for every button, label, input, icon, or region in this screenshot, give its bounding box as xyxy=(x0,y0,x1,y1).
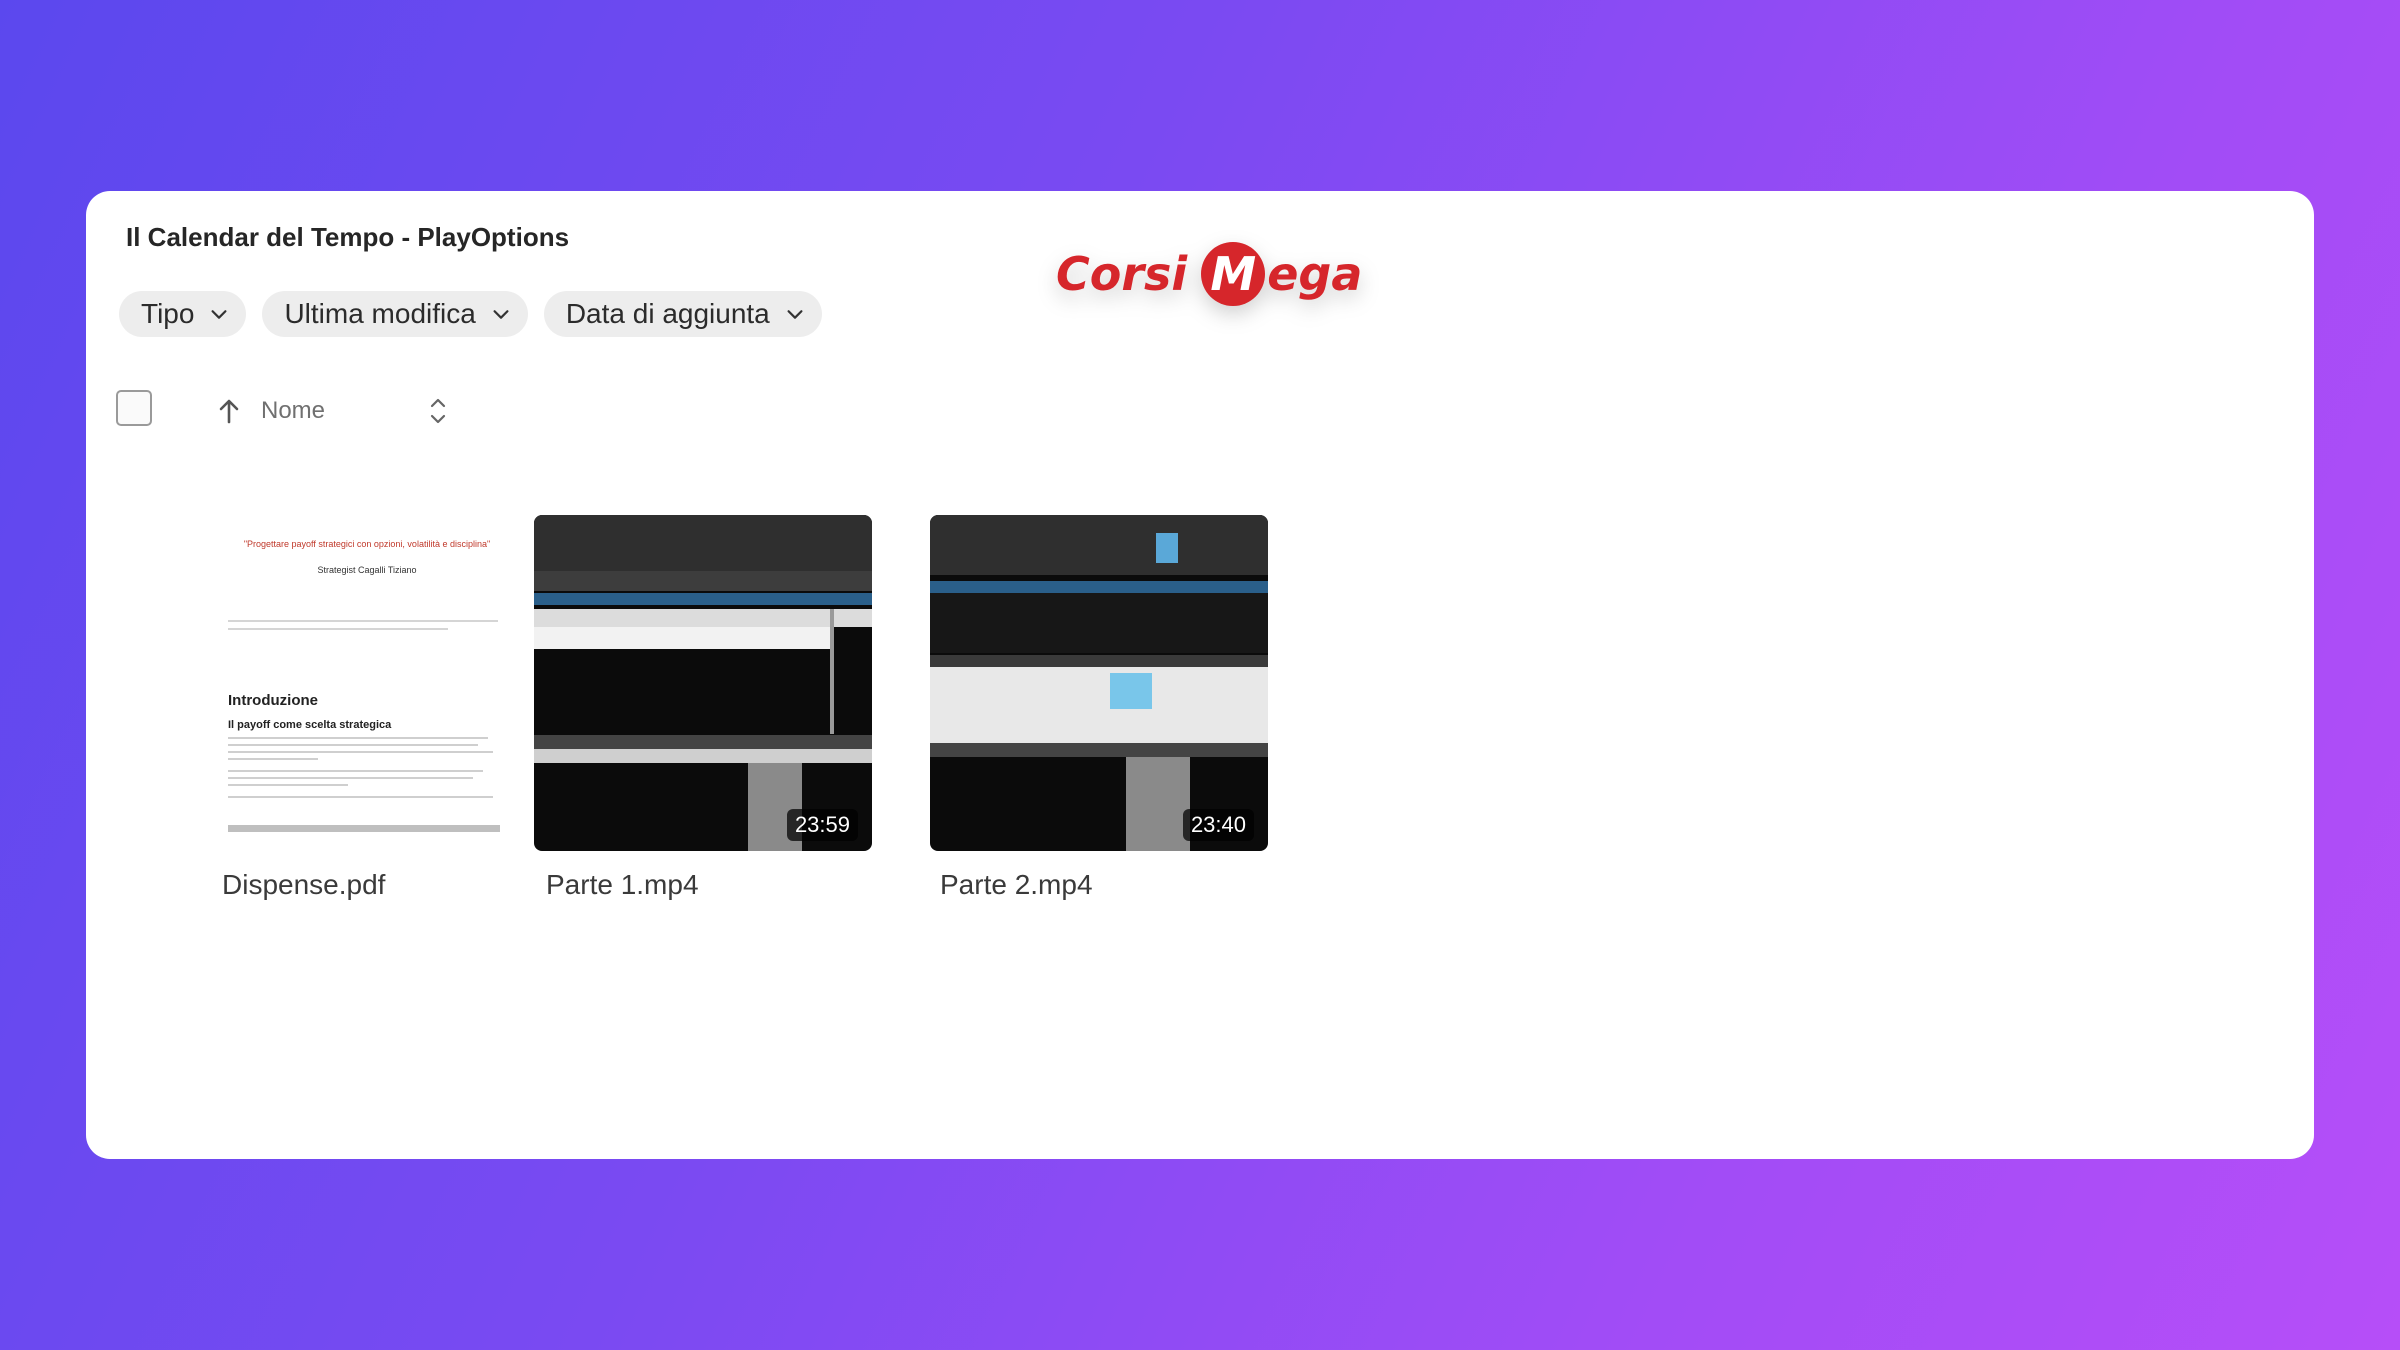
file-item-dispense[interactable]: "Progettare payoff strategici con opzion… xyxy=(198,515,536,900)
video-duration: 23:59 xyxy=(786,809,858,841)
pdf-preview-heading: Introduzione xyxy=(228,692,318,709)
filter-tipo[interactable]: Tipo xyxy=(119,291,247,337)
logo-m-badge: M xyxy=(1201,242,1266,306)
folder-title: Il Calendar del Tempo - PlayOptions xyxy=(126,222,570,252)
sort-column-label[interactable]: Nome xyxy=(261,397,325,425)
chevron-down-icon xyxy=(211,310,227,319)
pdf-preview-line2: Strategist Cagalli Tiziano xyxy=(317,565,417,575)
filter-ultima-modifica[interactable]: Ultima modifica xyxy=(262,291,528,337)
list-header: Nome xyxy=(116,390,516,432)
logo-text-1: Corsi xyxy=(1056,247,1188,301)
file-name[interactable]: Parte 2.mp4 xyxy=(940,869,1093,901)
chevron-down-icon xyxy=(493,310,509,319)
file-name[interactable]: Dispense.pdf xyxy=(222,869,385,901)
pdf-thumbnail: "Progettare payoff strategici con opzion… xyxy=(198,515,536,851)
filter-ultima-modifica-label: Ultima modifica xyxy=(284,298,476,329)
select-all-checkbox[interactable] xyxy=(116,390,152,426)
filter-bar: Tipo Ultima modifica Data di aggiunta xyxy=(119,291,822,337)
filter-data-di-aggiunta[interactable]: Data di aggiunta xyxy=(543,291,822,337)
video-thumbnail: 23:40 xyxy=(930,515,1268,851)
pdf-preview-line1: "Progettare payoff strategici con opzion… xyxy=(243,539,491,549)
chevron-down-icon xyxy=(787,310,803,319)
video-thumbnail: 23:59 xyxy=(534,515,872,851)
toolbar-preview xyxy=(930,515,1268,575)
folder-panel: Il Calendar del Tempo - PlayOptions Cors… xyxy=(86,191,2314,1159)
file-item-parte-1[interactable]: 23:59 Parte 1.mp4 xyxy=(534,515,872,900)
filter-data-di-aggiunta-label: Data di aggiunta xyxy=(565,298,770,329)
toolbar-preview xyxy=(534,515,872,571)
sort-toggle-icon[interactable] xyxy=(426,394,450,428)
pdf-preview-subheading: Il payoff come scelta strategica xyxy=(228,719,392,731)
arrow-up-icon[interactable] xyxy=(218,398,240,424)
logo-text-2: ega xyxy=(1267,247,1363,301)
file-item-parte-2[interactable]: 23:40 Parte 2.mp4 xyxy=(930,515,1268,900)
corsi-mega-logo: Corsi M ega xyxy=(1056,242,1363,306)
filter-tipo-label: Tipo xyxy=(141,298,195,329)
pdf-page-preview: "Progettare payoff strategici con opzion… xyxy=(218,515,516,851)
file-name[interactable]: Parte 1.mp4 xyxy=(546,869,699,901)
video-duration: 23:40 xyxy=(1182,809,1254,841)
toolbar-strip-preview xyxy=(534,571,872,591)
